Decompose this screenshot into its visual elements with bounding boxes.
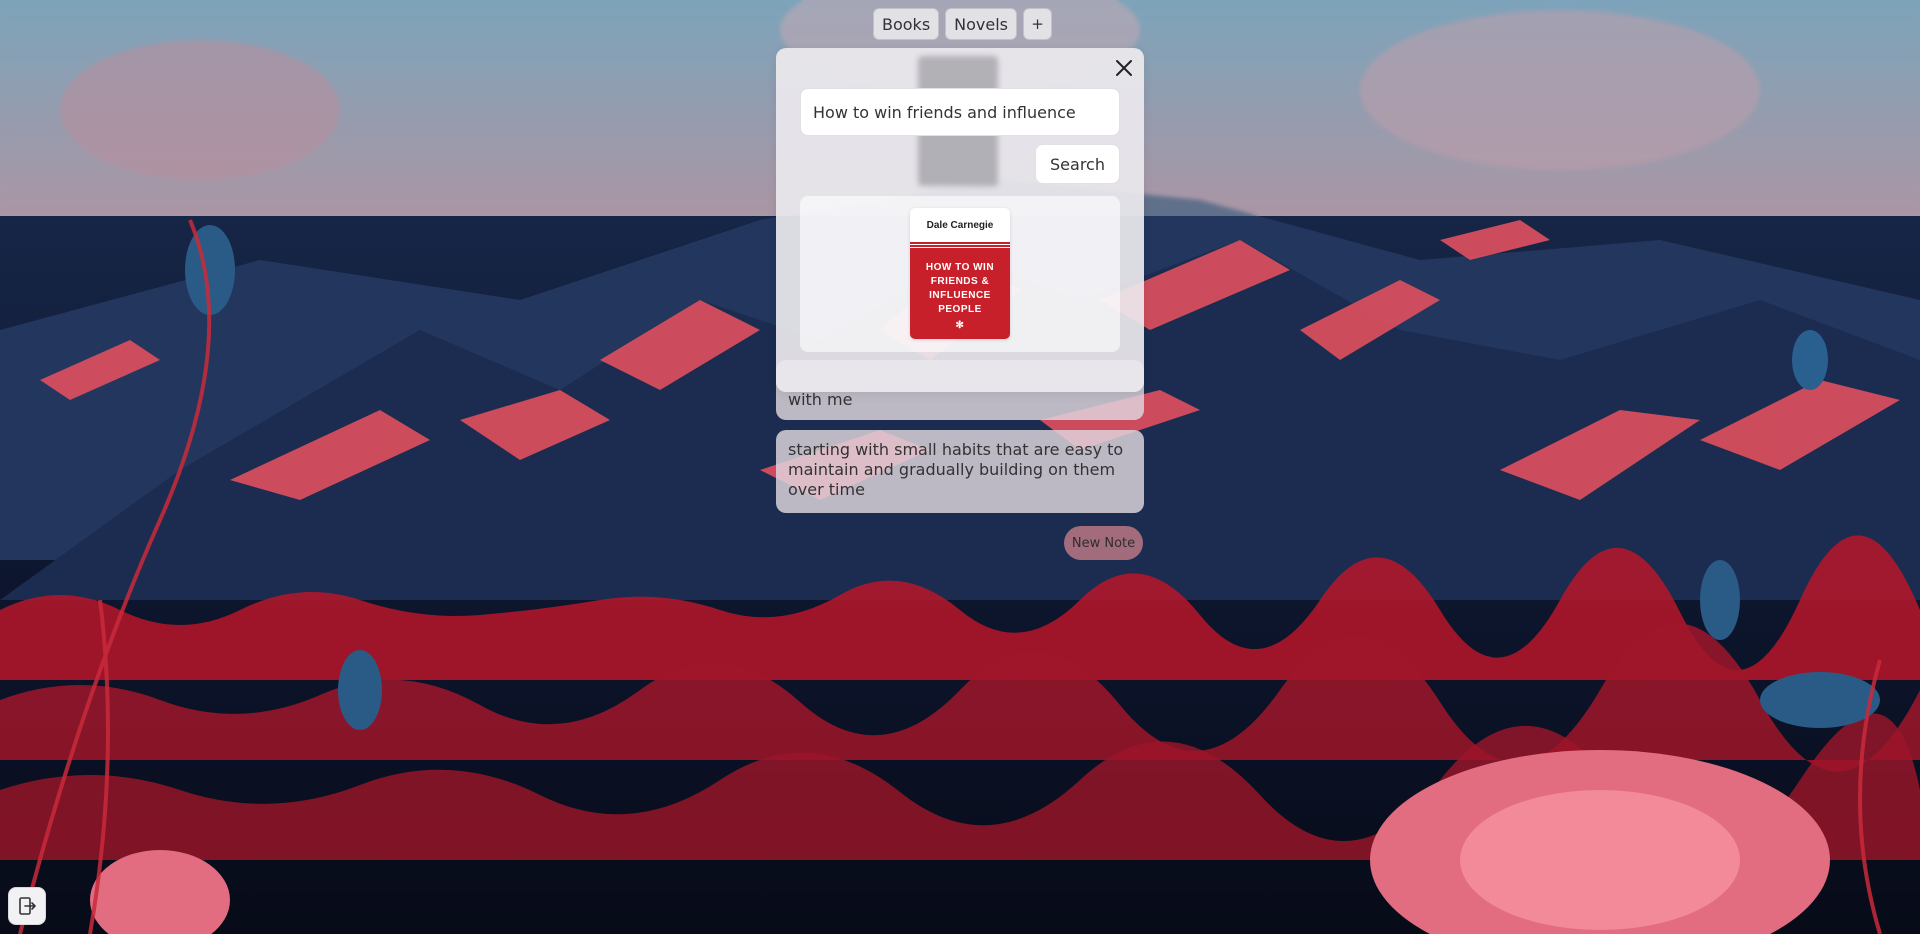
add-tab-button[interactable]: + bbox=[1023, 8, 1053, 40]
book-title-line: PEOPLE bbox=[938, 304, 982, 315]
book-title-line: FRIENDS & bbox=[930, 276, 990, 287]
book-title: HOW TO WIN FRIENDS & INFLUENCE PEOPLE ✻ bbox=[910, 249, 1010, 339]
close-button[interactable] bbox=[1112, 56, 1136, 80]
cover-emblem-icon: ✻ bbox=[955, 320, 965, 331]
book-result-cover[interactable]: Dale Carnegie HOW TO WIN FRIENDS & INFLU… bbox=[910, 208, 1010, 339]
close-icon bbox=[1116, 60, 1132, 76]
book-search-input[interactable] bbox=[800, 88, 1120, 136]
note-card[interactable]: starting with small habits that are easy… bbox=[776, 430, 1144, 513]
tab-books[interactable]: Books bbox=[873, 8, 940, 40]
search-results: Dale Carnegie HOW TO WIN FRIENDS & INFLU… bbox=[800, 196, 1120, 352]
search-button[interactable]: Search bbox=[1035, 144, 1120, 184]
note-text: with me bbox=[788, 390, 853, 409]
book-author: Dale Carnegie bbox=[910, 208, 1010, 242]
category-tabs: Books Novels + bbox=[873, 8, 1053, 40]
book-search-modal: Search Dale Carnegie HOW TO WIN FRIENDS … bbox=[776, 48, 1144, 392]
logout-button[interactable] bbox=[8, 887, 46, 925]
new-note-button[interactable]: New Note bbox=[1064, 526, 1143, 560]
book-title-line: HOW TO WIN bbox=[925, 262, 995, 273]
note-text: starting with small habits that are easy… bbox=[788, 440, 1124, 499]
cover-stripes bbox=[910, 242, 1010, 249]
tab-novels[interactable]: Novels bbox=[945, 8, 1018, 40]
logout-icon bbox=[19, 897, 36, 915]
book-title-line: INFLUENCE bbox=[929, 290, 991, 301]
